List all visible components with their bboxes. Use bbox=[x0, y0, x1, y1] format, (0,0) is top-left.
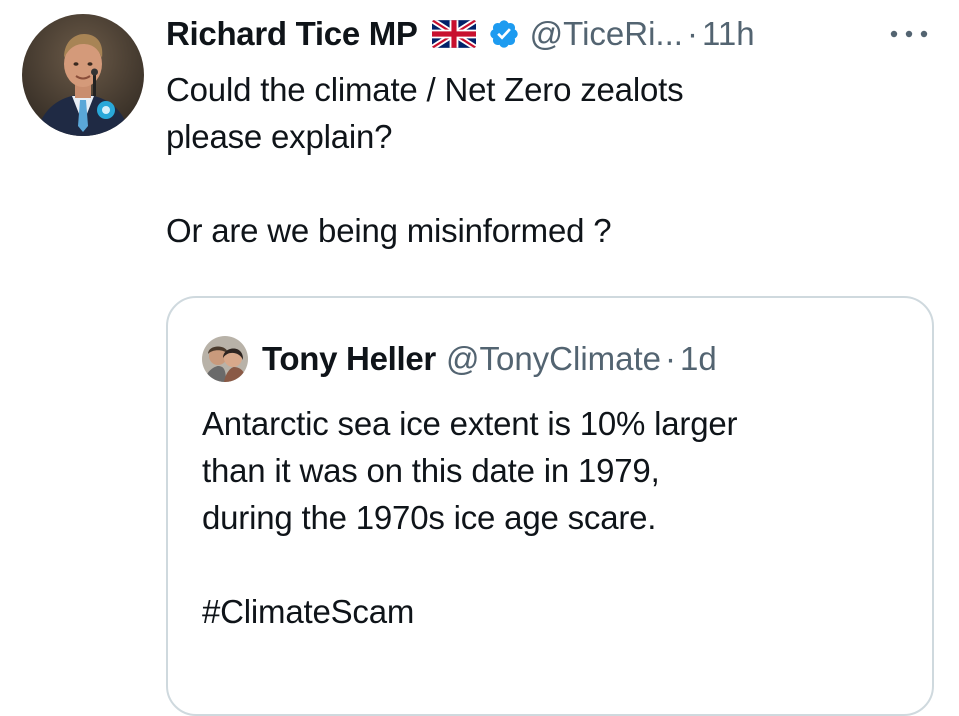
quoted-author-handle: @TonyClimate bbox=[445, 340, 662, 377]
quoted-text-line: Antarctic sea ice extent is 10% larger bbox=[202, 405, 738, 442]
quoted-author-name: Tony Heller bbox=[262, 340, 436, 377]
verified-badge-icon bbox=[488, 18, 520, 50]
hashtag-link[interactable]: #ClimateScam bbox=[202, 588, 902, 635]
separator-dot: · bbox=[665, 340, 677, 377]
tweet[interactable]: Richard Tice MP @TiceRi... · 11h Could t… bbox=[0, 0, 959, 716]
quoted-tweet-card[interactable]: Tony Heller @TonyClimate · 1d Antarctic … bbox=[166, 296, 934, 716]
quoted-text-line: than it was on this date in 1979, bbox=[202, 452, 660, 489]
author-name[interactable]: Richard Tice MP bbox=[166, 15, 418, 53]
tweet-text-line: please explain? bbox=[166, 118, 393, 155]
quoted-text-line: during the 1970s ice age scare. bbox=[202, 499, 657, 536]
author-avatar[interactable] bbox=[22, 14, 144, 136]
tweet-text-line: Could the climate / Net Zero zealots bbox=[166, 71, 684, 108]
quoted-tweet-header: Tony Heller @TonyClimate · 1d bbox=[202, 336, 717, 382]
tweet-text: Could the climate / Net Zero zealots ple… bbox=[166, 66, 926, 254]
uk-flag-icon bbox=[431, 20, 476, 48]
author-handle[interactable]: @TiceRi... bbox=[530, 15, 683, 53]
tweet-header: Richard Tice MP @TiceRi... · 11h bbox=[166, 10, 755, 58]
quoted-tweet-timestamp: 1d bbox=[680, 340, 717, 377]
more-horizontal-icon[interactable] bbox=[884, 22, 934, 46]
quoted-tweet-text: Antarctic sea ice extent is 10% larger t… bbox=[202, 400, 902, 635]
tweet-text-line: Or are we being misinformed ? bbox=[166, 212, 612, 249]
tweet-timestamp[interactable]: 11h bbox=[702, 15, 755, 53]
separator-dot: · bbox=[686, 15, 698, 52]
quoted-author-avatar[interactable] bbox=[202, 336, 248, 382]
